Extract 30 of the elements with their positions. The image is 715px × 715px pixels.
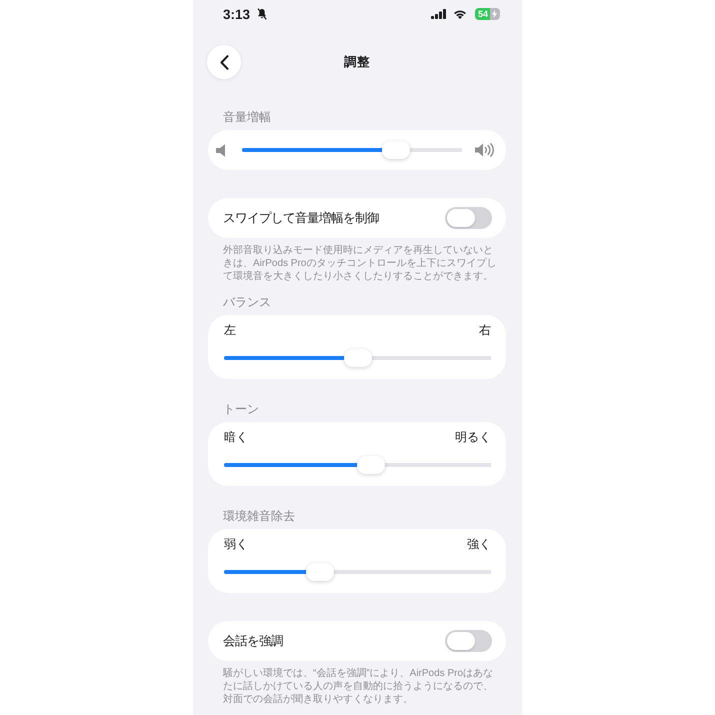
signal-bars-icon xyxy=(431,9,446,19)
status-time: 3:13 xyxy=(223,6,250,22)
page-title: 調整 xyxy=(344,54,370,70)
back-chevron-icon xyxy=(220,54,228,70)
slider-max-label: 強く xyxy=(467,536,491,552)
slider-thumb[interactable] xyxy=(306,563,334,581)
slider-max-label: 右 xyxy=(479,322,491,338)
speaker-waves-icon xyxy=(475,143,497,157)
slider-min-label: 弱く xyxy=(224,536,248,552)
back-button[interactable] xyxy=(207,45,241,79)
section-label: バランス xyxy=(223,294,271,310)
slider-min-label: 左 xyxy=(224,322,236,338)
setting-description: 騒がしい環境では、“会話を強調”により、AirPods Proはあなたに話しかけている人の声を自動的に拾うようになるので、対面での会話が聞き取りやすくなります。 xyxy=(223,667,494,706)
slider-thumb[interactable] xyxy=(344,349,372,367)
speaker-icon xyxy=(216,144,227,156)
section-label: トーン xyxy=(223,401,259,417)
section-label: 環境雑音除去 xyxy=(223,508,295,524)
setting-label: 会話を強調 xyxy=(223,632,283,650)
slider-thumb[interactable] xyxy=(382,141,410,159)
muted-bell-icon xyxy=(257,8,268,20)
slider-thumb[interactable] xyxy=(356,456,385,474)
toggle-switch[interactable] xyxy=(445,207,492,229)
setting-label: スワイプして音量増幅を制御 xyxy=(223,210,379,226)
section-label: 音量増幅 xyxy=(223,109,271,125)
setting-description: 外部音取り込みモード使用時にメディアを再生していないときは、AirPods Proのタッチコントロールを上下にスワイプして環境音を大きくしたり小さくしたりすることができます。 xyxy=(223,244,497,283)
wifi-icon xyxy=(453,9,467,19)
slider-min-label: 暗く xyxy=(224,429,248,445)
toggle-switch[interactable] xyxy=(445,630,492,652)
slider-max-label: 明るく xyxy=(455,429,491,445)
battery-percentage: 54 xyxy=(475,8,490,20)
